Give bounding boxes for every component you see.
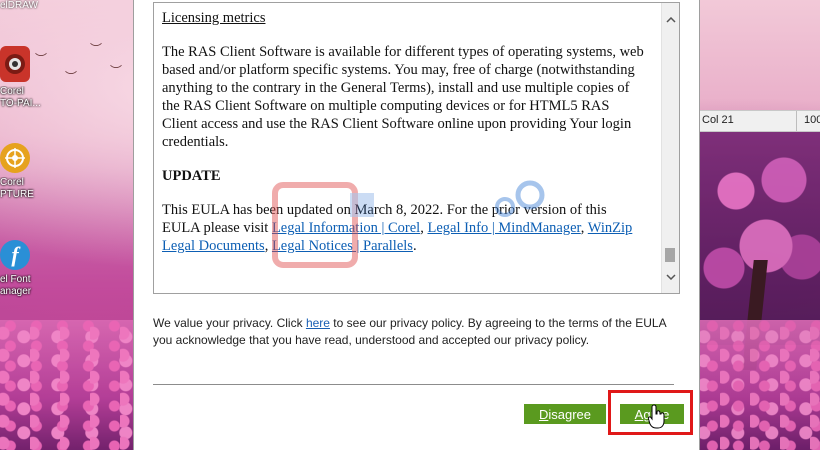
desktop-icon-font-manager[interactable]: f el Font anager	[0, 240, 40, 298]
statusbar-separator	[796, 111, 797, 131]
link-legal-info-mindmanager[interactable]: Legal Info | MindManager	[427, 220, 580, 236]
privacy-text-start: We value your privacy. Click	[153, 316, 306, 330]
scroll-up-arrow-icon[interactable]	[662, 11, 679, 28]
disagree-button[interactable]: Disagree	[524, 404, 606, 424]
final-period: .	[412, 238, 417, 254]
capture-icon	[0, 143, 30, 173]
scroll-down-arrow-icon[interactable]	[662, 268, 679, 285]
desktop-icon-label: el Font anager	[0, 274, 32, 297]
eula-scrollbar[interactable]	[661, 3, 679, 293]
disagree-mnemonic: D	[538, 406, 549, 422]
privacy-notice: We value your privacy. Click here to see…	[153, 315, 673, 349]
eula-dialog: Licensing metrics The RAS Client Softwar…	[133, 0, 700, 450]
font-manager-icon: f	[0, 240, 30, 270]
desktop-icon-label: Corel TO-PAI...	[0, 86, 41, 109]
disagree-label: isagree	[548, 406, 592, 422]
agree-button[interactable]: Agree	[620, 404, 684, 424]
eula-content: Licensing metrics The RAS Client Softwar…	[162, 9, 644, 271]
camera-icon	[0, 46, 30, 82]
link-legal-notices-parallels[interactable]: Legal Notices | Parallels	[272, 238, 413, 254]
desktop-icon-photo-paint[interactable]: Corel TO-PAI...	[0, 46, 41, 110]
eula-update-heading: UPDATE	[162, 168, 221, 184]
desktop-icon-label: Corel PTURE	[0, 177, 34, 200]
dialog-divider	[153, 384, 674, 385]
column-indicator: Col 21	[702, 114, 734, 126]
scroll-thumb[interactable]	[665, 248, 675, 262]
eula-text-box[interactable]: Licensing metrics The RAS Client Softwar…	[153, 2, 680, 294]
eula-section-heading: Licensing metrics	[162, 10, 266, 26]
desktop-icon-capture[interactable]: Corel PTURE	[0, 143, 40, 201]
eula-update-paragraph: This EULA has been updated on March 8, 2…	[162, 201, 644, 255]
privacy-policy-link[interactable]: here	[306, 316, 330, 330]
link-separator: ,	[264, 238, 272, 254]
desktop-icon-coreldraw-label[interactable]: elDRAW	[0, 0, 38, 11]
zoom-indicator: 100	[804, 114, 820, 126]
background-window-statusbar: Col 21 100	[700, 110, 820, 132]
agree-mnemonic: A	[634, 406, 644, 422]
eula-body-paragraph: The RAS Client Software is available for…	[162, 44, 644, 150]
agree-label: gree	[643, 406, 670, 422]
link-separator: ,	[580, 220, 588, 236]
link-legal-info-corel[interactable]: Legal Information | Corel	[272, 220, 420, 236]
